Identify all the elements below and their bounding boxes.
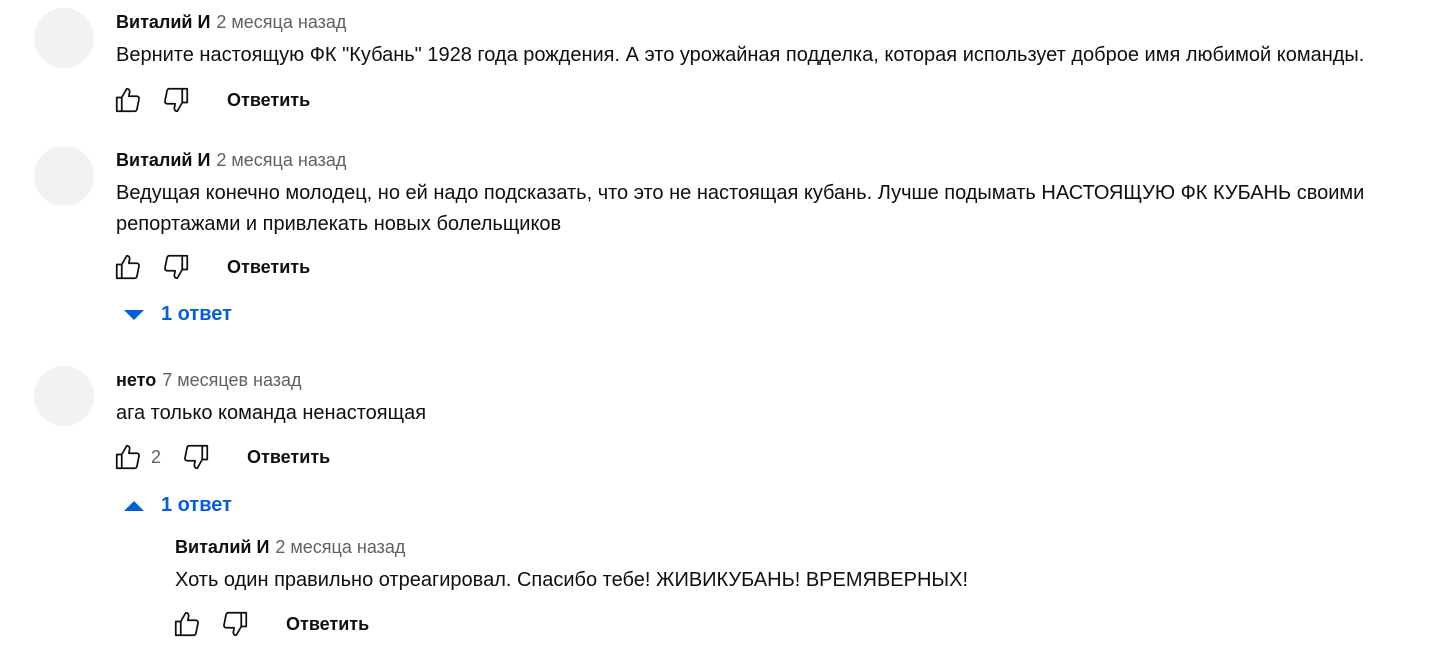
like-count: 2 (151, 446, 162, 467)
comment-meta: Виталий И 2 месяца назад (116, 148, 346, 172)
comment-meta: Виталий И 2 месяца назад (116, 10, 346, 34)
reply-text: Хоть один правильно отреагировал. Спасиб… (175, 569, 969, 591)
caret-down-icon (124, 309, 144, 320)
replies-count: 1 ответ (161, 494, 232, 516)
reply-actions: Ответить (172, 606, 369, 642)
caret-up-icon (124, 500, 144, 511)
avatar[interactable] (34, 146, 94, 206)
dislike-icon[interactable] (181, 442, 211, 472)
reply-button[interactable]: Ответить (247, 447, 330, 468)
comment-actions: Ответить (113, 249, 310, 285)
reply-button[interactable]: Ответить (227, 257, 310, 278)
comment-time[interactable]: 2 месяца назад (216, 12, 346, 32)
author-name[interactable]: Виталий И (175, 537, 269, 557)
author-name[interactable]: Виталий И (116, 150, 210, 170)
comment-time[interactable]: 7 месяцев назад (162, 370, 301, 390)
comment-text-line: Ведущая конечно молодец, но ей надо подс… (116, 182, 1365, 204)
like-icon[interactable] (172, 609, 202, 639)
show-replies-button[interactable]: 1 ответ (123, 303, 232, 326)
author-name[interactable]: нето (116, 370, 156, 390)
comment-time[interactable]: 2 месяца назад (216, 150, 346, 170)
author-name[interactable]: Виталий И (116, 12, 210, 32)
like-icon[interactable] (113, 252, 143, 282)
avatar[interactable] (34, 8, 94, 68)
avatar[interactable] (34, 366, 94, 426)
hide-replies-button[interactable]: 1 ответ (123, 494, 232, 517)
replies-count: 1 ответ (161, 303, 232, 325)
comment-text: ага только команда ненастоящая (116, 402, 427, 424)
comment-text: Верните настоящую ФК "Кубань" 1928 года … (116, 44, 1365, 66)
reply-button[interactable]: Ответить (286, 614, 369, 635)
comment-text: Ведущая конечно молодец, но ей надо подс… (116, 178, 1364, 240)
like-icon[interactable] (113, 442, 143, 472)
like-icon[interactable] (113, 85, 143, 115)
reply-button[interactable]: Ответить (227, 90, 310, 111)
reply-meta: Виталий И 2 месяца назад (175, 535, 405, 559)
comment-meta: нето 7 месяцев назад (116, 368, 302, 392)
comment-text-line: репортажами и привлекать новых болельщик… (116, 213, 562, 235)
dislike-icon[interactable] (161, 85, 191, 115)
comment-actions: 2 Ответить (113, 439, 330, 475)
comment-time[interactable]: 2 месяца назад (275, 537, 405, 557)
dislike-icon[interactable] (220, 609, 250, 639)
dislike-icon[interactable] (161, 252, 191, 282)
comment-actions: Ответить (113, 82, 310, 118)
